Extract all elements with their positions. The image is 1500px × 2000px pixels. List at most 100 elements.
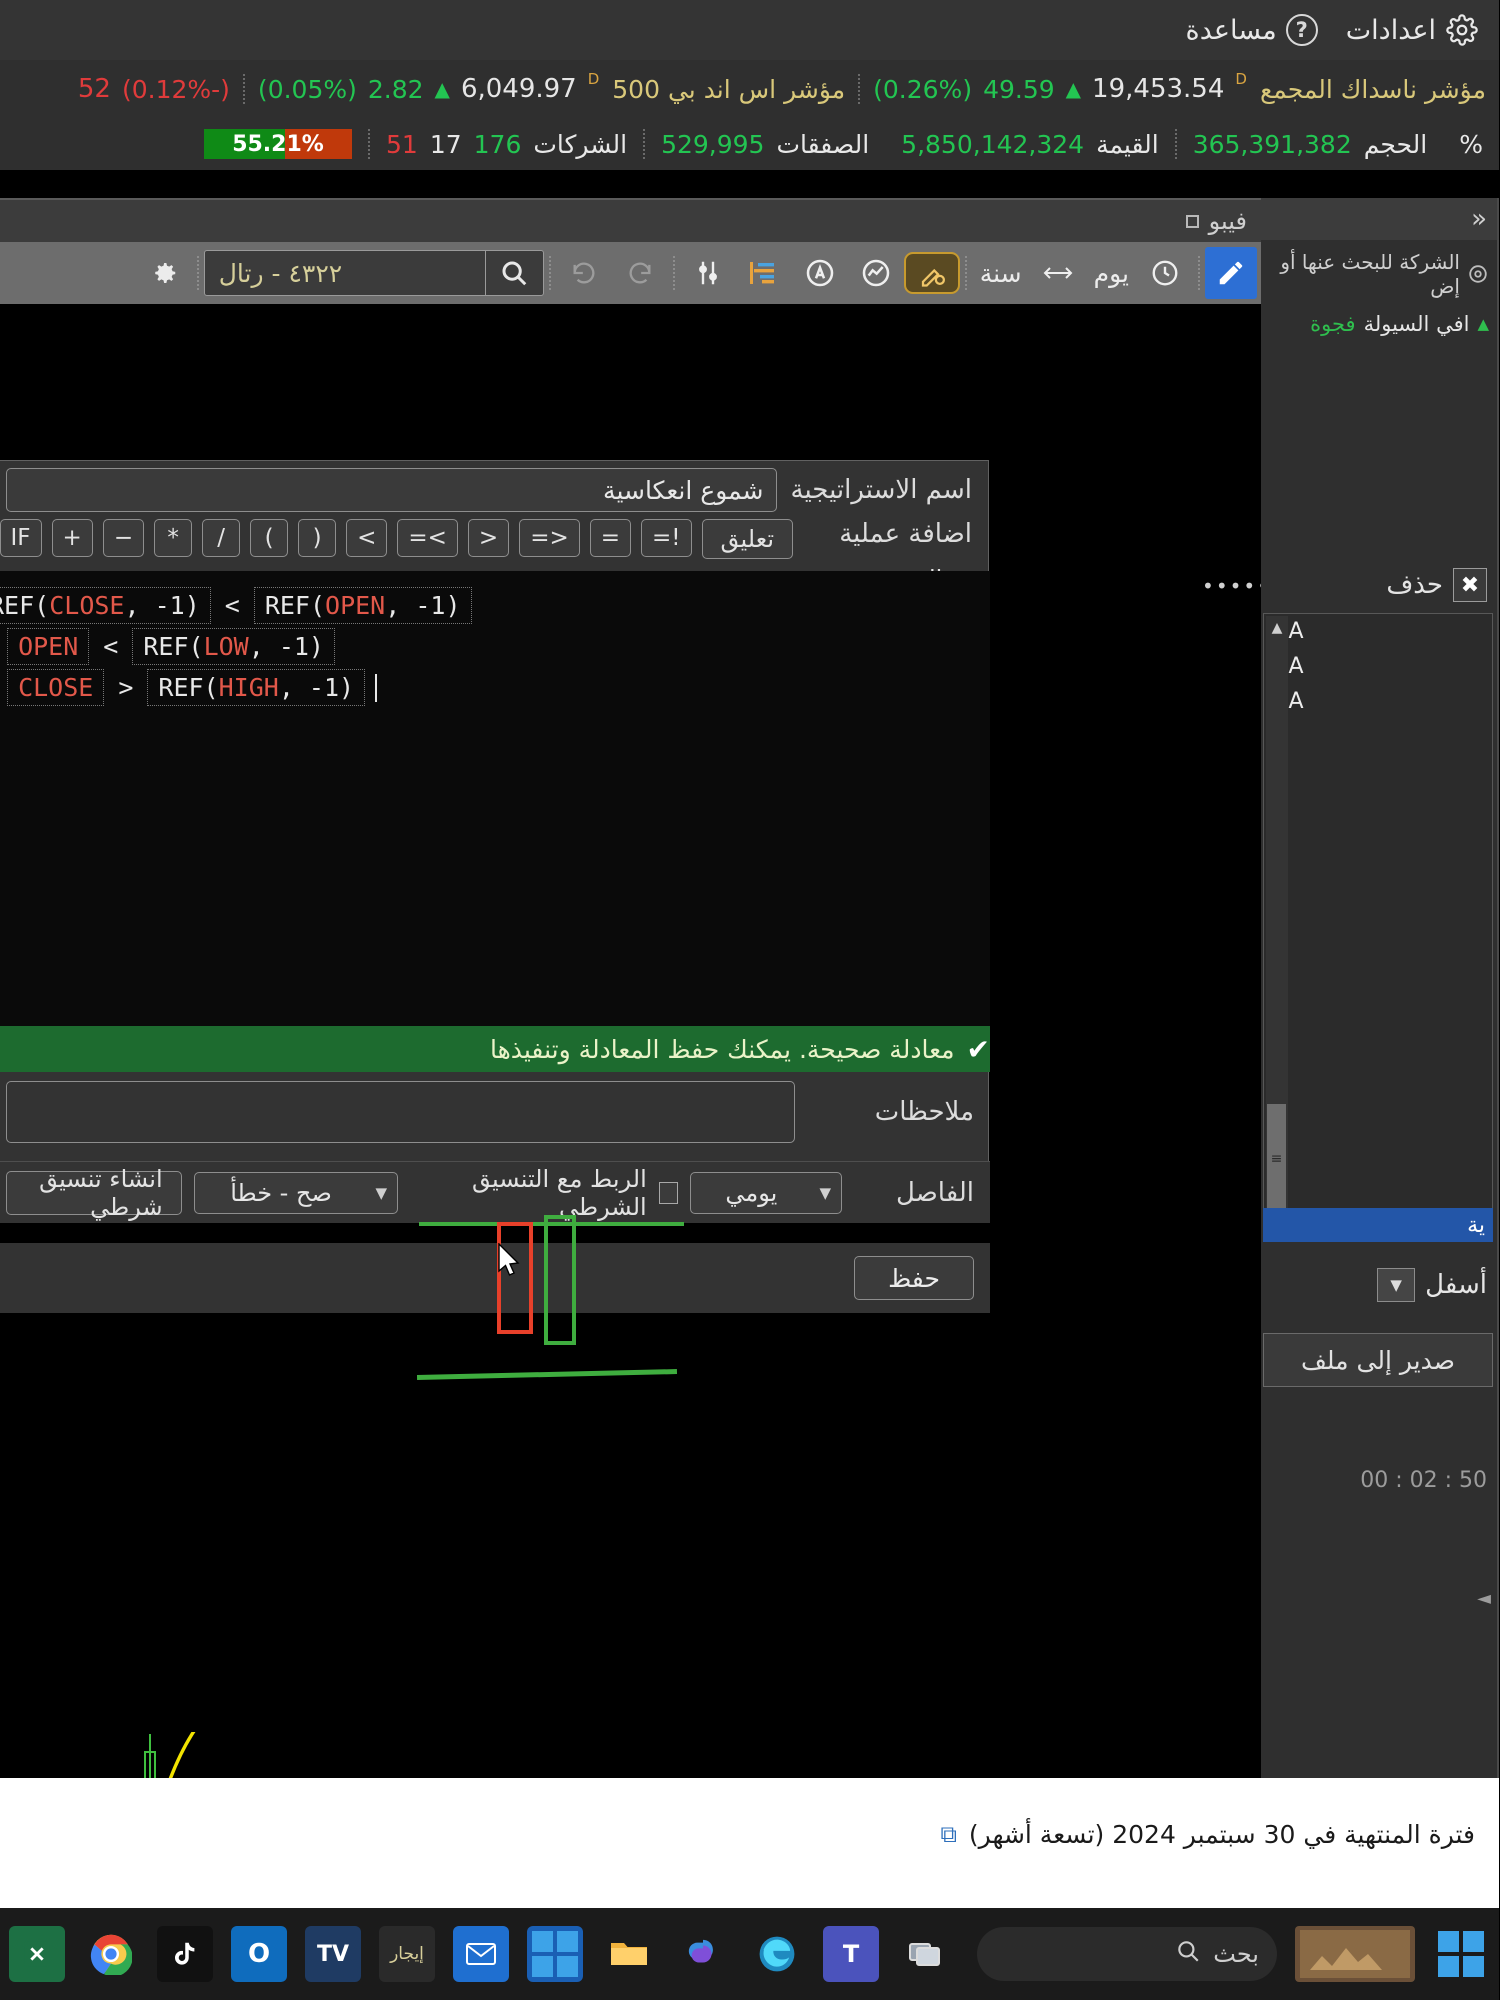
symbol-search[interactable]: ٤٣٢٢ - رتال: [204, 250, 545, 296]
list-item[interactable]: H: [1265, 824, 1493, 859]
op-button-lte[interactable]: <=: [520, 519, 581, 557]
outlook-icon[interactable]: O: [232, 1926, 288, 1982]
tradingview-icon[interactable]: TV: [306, 1926, 362, 1982]
op-button-plus[interactable]: +: [52, 519, 94, 557]
formula-token[interactable]: REF(CLOSE, -1): [0, 587, 212, 624]
symbol-search-input[interactable]: ٤٣٢٢ - رتال: [206, 259, 486, 288]
op-button-gte[interactable]: >=: [398, 519, 459, 557]
magnet-pencil-icon[interactable]: [904, 252, 961, 294]
external-link-icon[interactable]: ⧉: [941, 1822, 957, 1848]
strategy-name-input[interactable]: [7, 468, 778, 512]
market-ticker-bar: مؤشر ناسداك المجمع D 19,453.54 ▲ 49.59 (…: [0, 60, 1500, 118]
histogram-icon[interactable]: [737, 247, 793, 299]
op-button-multiply[interactable]: *: [155, 519, 194, 557]
alert-circle-a-icon[interactable]: [793, 247, 849, 299]
help-menu-item[interactable]: ? مساعدة: [1173, 0, 1333, 60]
formula-token[interactable]: CLOSE: [8, 669, 106, 706]
clock-icon[interactable]: [1138, 247, 1194, 299]
op-button-divide[interactable]: /: [203, 519, 242, 557]
timeframe-day-label[interactable]: يوم: [1087, 259, 1138, 288]
taskbar-search[interactable]: بحث: [978, 1927, 1278, 1981]
store-icon[interactable]: [528, 1926, 584, 1982]
op-button-not-equal[interactable]: !=: [642, 519, 693, 557]
gear-icon[interactable]: [137, 247, 193, 299]
ticker-period-badge: D: [588, 70, 601, 88]
sidebar-scroll-left-icon[interactable]: ◄: [1478, 1588, 1492, 1609]
sidebar-liquidity-row[interactable]: ▲ افي السيولة فجوة: [1262, 308, 1498, 340]
edge-icon[interactable]: [750, 1926, 806, 1982]
list-item[interactable]: HA: [1265, 684, 1493, 719]
strategy-name-row: اسم الاستراتيجية: [0, 461, 989, 519]
ticker-divider: [859, 74, 862, 104]
op-button-taleeq[interactable]: تعليق: [702, 519, 794, 559]
redo-icon[interactable]: [613, 247, 669, 299]
sidebar-company-search[interactable]: الشركة للبحث عنها أو إض: [1262, 240, 1498, 308]
formula-line[interactable]: D CLOSE > REF(HIGH, -1): [0, 667, 991, 708]
formula-line[interactable]: D OPEN < REF(LOW, -1): [0, 626, 991, 667]
scrollbar-thumb[interactable]: ≡: [1268, 1104, 1287, 1214]
timeframe-year-label[interactable]: سنة: [973, 259, 1031, 288]
delete-label[interactable]: حذف: [1387, 570, 1444, 600]
mail-icon[interactable]: [454, 1926, 510, 1982]
search-icon[interactable]: [1176, 1938, 1202, 1970]
op-button-minus[interactable]: −: [103, 519, 146, 557]
widgets-icon[interactable]: [1296, 1926, 1416, 1982]
save-button[interactable]: حفظ: [855, 1256, 975, 1300]
list-item[interactable]: HA: [1265, 649, 1493, 684]
chevron-double-left-icon[interactable]: «: [1472, 204, 1488, 234]
sidebar-export-button[interactable]: صدير إلى ملف: [1264, 1333, 1494, 1387]
pencil-icon[interactable]: [1206, 247, 1258, 299]
sidebar-direction-row[interactable]: أسفل ▼: [1260, 1258, 1498, 1312]
scroll-up-icon[interactable]: ▲: [1273, 616, 1284, 640]
op-button-if[interactable]: IF: [0, 519, 43, 557]
settings-menu-item[interactable]: اعدادات: [1333, 0, 1494, 60]
op-button-lt[interactable]: <: [468, 519, 511, 557]
tiktok-icon[interactable]: [158, 1926, 214, 1982]
wave-circle-icon[interactable]: [849, 247, 905, 299]
copilot-icon[interactable]: [676, 1926, 732, 1982]
create-conditional-format-button[interactable]: انشاء تنسيق شرطي: [7, 1165, 183, 1221]
formula-line[interactable]: REF(CLOSE, -1) < REF(OPEN, -1): [0, 585, 991, 626]
excel-icon[interactable]: [10, 1926, 66, 1982]
gear-icon[interactable]: [1467, 261, 1490, 287]
list-item[interactable]: H: [1265, 719, 1493, 754]
link-conditional-format-checkbox[interactable]: [659, 1181, 680, 1204]
op-button-equal[interactable]: =: [590, 519, 633, 557]
notes-input[interactable]: [7, 1081, 796, 1143]
close-icon[interactable]: ✖: [1454, 568, 1488, 602]
file-explorer-icon[interactable]: [602, 1926, 658, 1982]
chevron-down-icon: ▼: [820, 1183, 832, 1202]
interval-value: يومي: [726, 1178, 779, 1207]
list-item[interactable]: HA: [1265, 614, 1493, 649]
ejary-icon[interactable]: إيجار: [380, 1926, 436, 1982]
formula-token[interactable]: REF(OPEN, -1): [254, 587, 473, 624]
formula-token[interactable]: REF(LOW, -1): [133, 628, 336, 665]
ticker-item[interactable]: (-0.12%) 52: [66, 60, 244, 118]
op-button-paren-open[interactable]: (: [299, 519, 338, 557]
formula-token[interactable]: REF(HIGH, -1): [148, 669, 367, 706]
op-button-gt[interactable]: >: [347, 519, 389, 557]
formula-token[interactable]: OPEN: [8, 628, 91, 665]
notes-label: ملاحظات: [875, 1097, 975, 1127]
undo-icon[interactable]: [557, 247, 613, 299]
task-view-icon[interactable]: [898, 1926, 954, 1982]
ticker-percent: (0.26%): [874, 74, 974, 104]
truefalse-select[interactable]: ▼ صح - خطأ: [194, 1171, 399, 1214]
formula-editor[interactable]: REF(CLOSE, -1) < REF(OPEN, -1) D OPEN < …: [0, 571, 991, 1026]
ticker-item[interactable]: مؤشر ناسداك المجمع D 19,453.54 ▲ 49.59 (…: [861, 60, 1500, 118]
list-item[interactable]: H: [1265, 789, 1493, 824]
chevron-down-icon[interactable]: ▼: [1378, 1268, 1417, 1302]
compare-icon[interactable]: [681, 247, 737, 299]
list-item[interactable]: H: [1265, 754, 1493, 789]
sidebar-selected-item[interactable]: ية: [1264, 1208, 1494, 1242]
chrome-icon[interactable]: [84, 1926, 140, 1982]
search-icon[interactable]: [485, 251, 544, 295]
sidebar-collapse-bar[interactable]: «: [1262, 198, 1498, 240]
start-icon[interactable]: [1434, 1926, 1490, 1982]
sidebar-results-list[interactable]: ▲ ▼ ≡ HA HA HA H H H H: [1264, 613, 1494, 1223]
op-button-paren-close[interactable]: ): [251, 519, 290, 557]
ticker-item[interactable]: مؤشر اس اند بي 500 D 6,049.97 ▲ 2.82 (0.…: [246, 60, 859, 118]
horizontal-arrows-icon[interactable]: [1031, 247, 1087, 299]
teams-icon[interactable]: T: [824, 1926, 880, 1982]
interval-select[interactable]: ▼ يومي: [691, 1171, 843, 1214]
